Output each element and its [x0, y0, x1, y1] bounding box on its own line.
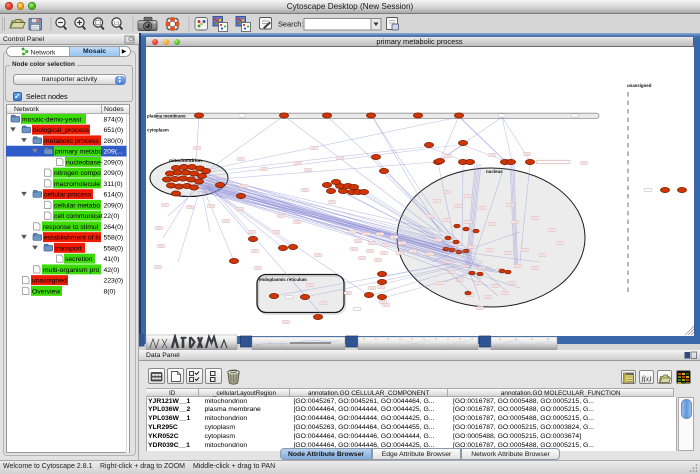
svg-text:mitochondrion: mitochondrion [169, 158, 202, 163]
svg-text:nucleus: nucleus [486, 169, 503, 174]
svg-text:multi-organism pro: multi-organism pro [43, 267, 99, 274]
svg-text:209(0): 209(0) [104, 159, 124, 166]
svg-text:41(0): 41(0) [104, 256, 120, 263]
svg-text:651(0): 651(0) [104, 127, 124, 134]
svg-text:macromolecule: macromolecule [54, 181, 100, 188]
svg-text:biological_process: biological_process [33, 127, 90, 134]
svg-text:280(0): 280(0) [104, 138, 124, 145]
svg-text:209(0): 209(0) [104, 170, 124, 177]
svg-text:metabolic process: metabolic process [44, 138, 99, 145]
svg-text:Overview: Overview [32, 288, 60, 295]
svg-text:cytoplasm: cytoplasm [147, 128, 169, 133]
svg-text:209(0): 209(0) [104, 202, 124, 209]
svg-text:558(0): 558(0) [104, 245, 124, 252]
svg-text:8(0): 8(0) [104, 288, 116, 295]
svg-text:secretion: secretion [65, 256, 93, 263]
svg-text:874(0): 874(0) [104, 116, 124, 123]
svg-text:primary metabo: primary metabo [55, 149, 102, 156]
svg-text:establishment of lo: establishment of lo [44, 235, 101, 242]
svg-text:cellular metabo: cellular metabo [54, 202, 100, 209]
svg-text:42(0): 42(0) [104, 267, 120, 274]
svg-text:nitrogen compo: nitrogen compo [54, 170, 101, 177]
svg-text:response to stimul: response to stimul [43, 224, 99, 231]
svg-text:transport: transport [55, 245, 82, 252]
svg-text:plasma membrane: plasma membrane [147, 114, 186, 119]
svg-text:Search:: Search: [278, 20, 303, 29]
svg-text:264(0): 264(0) [104, 224, 124, 231]
svg-text:614(0): 614(0) [104, 192, 124, 199]
svg-text:209(...: 209(... [104, 149, 123, 156]
svg-text:22(0): 22(0) [104, 213, 120, 220]
svg-text:f(x): f(x) [642, 375, 652, 383]
svg-text:1:1: 1:1 [114, 20, 120, 25]
svg-text:unassigned: unassigned [32, 278, 67, 285]
svg-text:558(0): 558(0) [104, 235, 124, 242]
svg-text:cellular process: cellular process [44, 192, 92, 199]
svg-text:endoplasmic reticulum: endoplasmic reticulum [259, 277, 307, 282]
svg-text:311(0): 311(0) [104, 181, 123, 188]
svg-text:unassigned: unassigned [627, 83, 652, 88]
svg-text:mosaic-demo-yeast: mosaic-demo-yeast [22, 116, 81, 123]
svg-text:nucleobase-: nucleobase- [66, 159, 103, 166]
svg-text:cell communicat: cell communicat [54, 213, 103, 220]
svg-text:223(0): 223(0) [104, 278, 124, 285]
